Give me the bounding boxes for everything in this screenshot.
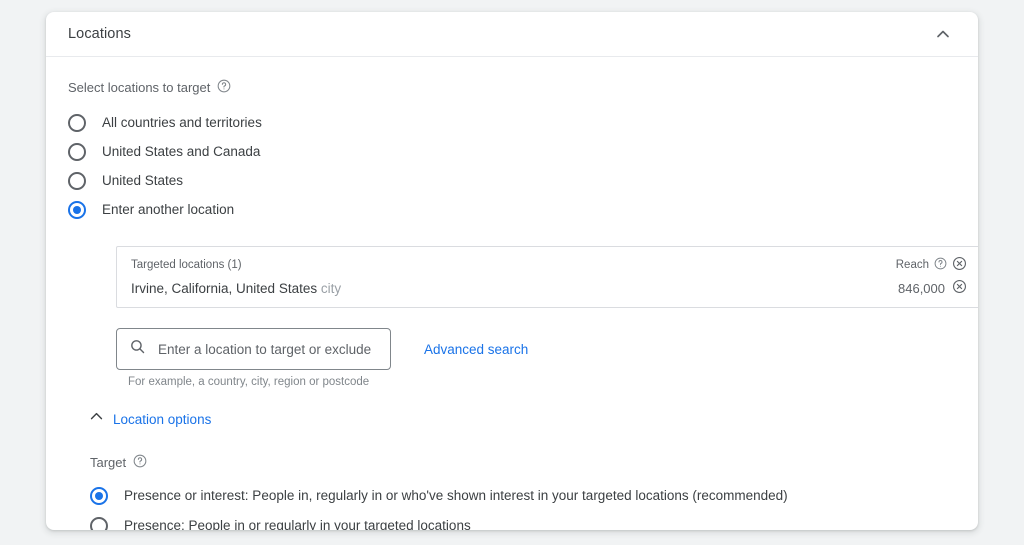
radio-indicator [90,517,108,530]
radio-label: United States and Canada [102,143,261,159]
radio-option-us-canada[interactable]: United States and Canada [68,137,956,166]
targeted-locations-count: Targeted locations (1) [131,259,242,271]
radio-indicator-selected [90,487,108,505]
radio-option-enter-another-location[interactable]: Enter another location [68,195,956,224]
table-row: Irvine, California, United States city 8… [117,277,978,307]
radio-label: Presence: People in or regularly in your… [124,518,471,530]
targeted-locations-header: Targeted locations (1) Reach [117,247,978,277]
radio-indicator [68,171,86,190]
location-options-toggle[interactable]: Location options [88,408,211,430]
search-icon [129,338,146,360]
location-search-row: Advanced search [116,328,956,370]
remove-circle-icon[interactable] [952,279,967,297]
card-body: Select locations to target All countries… [46,57,978,530]
help-circle-icon[interactable] [934,257,947,273]
search-input[interactable] [158,341,378,357]
select-locations-label: Select locations to target [68,80,211,95]
targeted-locations-table: Targeted locations (1) Reach Irvine, Cal… [116,246,978,308]
radio-indicator [68,113,86,132]
location-name: Irvine, California, United States [131,280,318,296]
radio-option-all-countries[interactable]: All countries and territories [68,108,956,137]
location-options-label: Location options [113,411,212,427]
page-background: Locations Select locations to target All… [0,0,1024,545]
radio-indicator [68,142,86,161]
advanced-search-link[interactable]: Advanced search [424,342,528,357]
location-search-box[interactable] [116,328,391,370]
radio-option-united-states[interactable]: United States [68,166,956,195]
help-circle-icon[interactable] [133,454,147,471]
chevron-up-icon [933,24,953,44]
location-scope-radio-group: All countries and territories United Sta… [68,108,956,224]
chevron-up-icon [88,408,105,430]
target-label-row: Target [90,454,956,471]
card-header: Locations [46,12,978,57]
remove-circle-icon[interactable] [952,256,967,274]
locations-card: Locations Select locations to target All… [46,12,978,530]
radio-option-presence-or-interest[interactable]: Presence or interest: People in, regular… [90,481,956,511]
help-circle-icon[interactable] [217,79,231,96]
location-reach-cell: 846,000 [898,279,967,297]
radio-label: Enter another location [102,201,235,217]
reach-label: Reach [895,259,929,271]
location-reach-value: 846,000 [898,280,945,296]
radio-label: Presence or interest: People in, regular… [124,488,788,504]
search-hint-text: For example, a country, city, region or … [128,376,370,388]
target-radio-group: Presence or interest: People in, regular… [90,481,956,530]
radio-option-presence[interactable]: Presence: People in or regularly in your… [90,511,956,530]
reach-column-header: Reach [896,256,967,274]
radio-label: United States [102,172,184,188]
collapse-card-button[interactable] [926,17,960,51]
target-label: Target [90,455,127,470]
radio-indicator-selected [68,200,86,219]
location-name-cell: Irvine, California, United States city [131,281,898,296]
radio-label: All countries and territories [102,114,262,130]
select-locations-label-row: Select locations to target [68,79,956,96]
location-type: city [320,280,342,296]
page-title: Locations [68,26,131,42]
